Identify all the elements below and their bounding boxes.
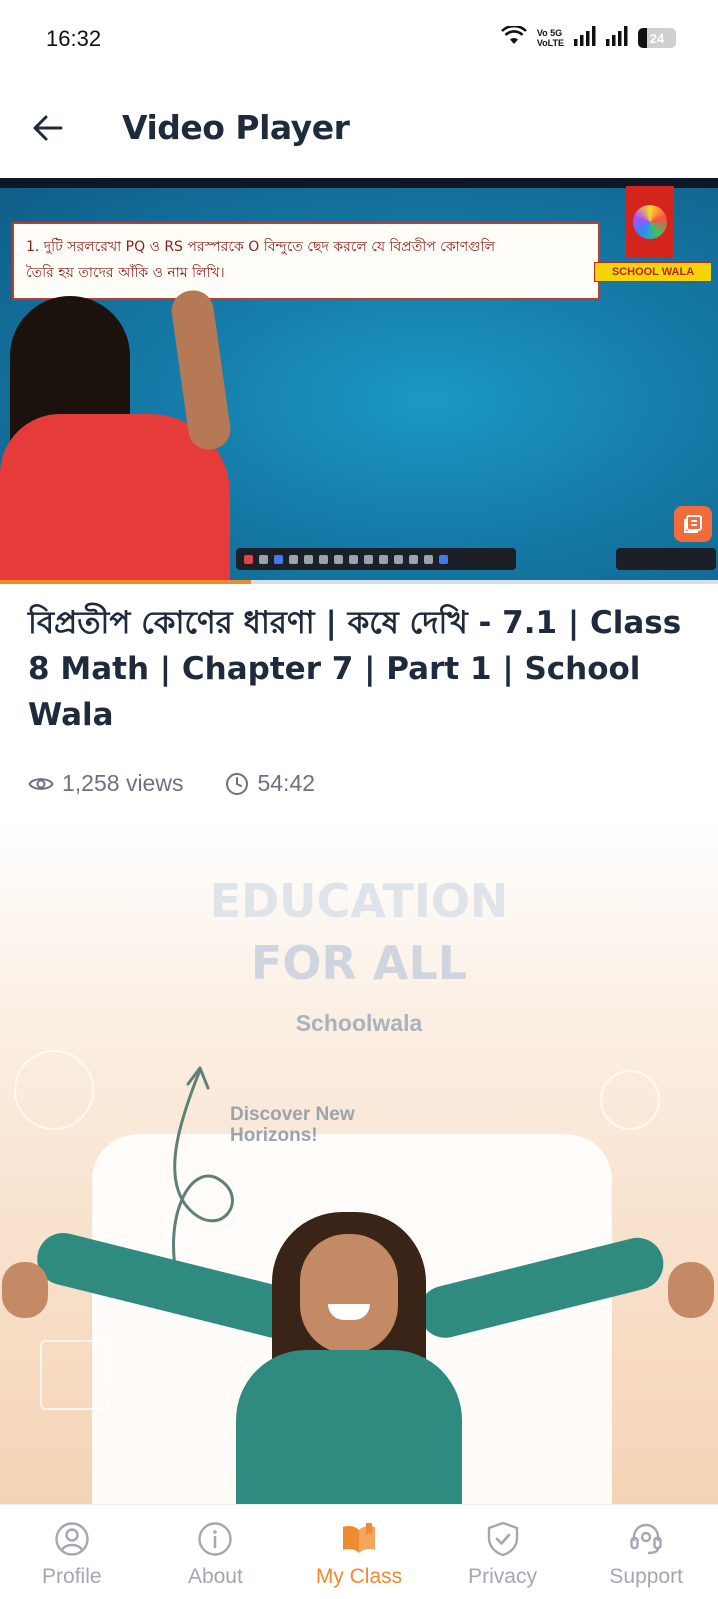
video-meta: 1,258 views 54:42 bbox=[28, 770, 315, 797]
student-hand-right bbox=[668, 1262, 714, 1318]
nav-label: Profile bbox=[42, 1565, 102, 1588]
eye-icon bbox=[28, 777, 54, 790]
student-hoodie bbox=[236, 1350, 462, 1504]
question-line-1: 1. দুটি সরলরেখা PQ ও RS পরস্পরকে O বিন্দ… bbox=[26, 239, 496, 255]
channel-logo bbox=[626, 186, 674, 258]
banner-tagline: Discover New Horizons! bbox=[230, 1104, 355, 1146]
tool-icon bbox=[259, 554, 268, 564]
info-icon bbox=[195, 1519, 235, 1559]
text-icon bbox=[319, 554, 328, 564]
select-icon bbox=[334, 554, 343, 564]
pen-icon bbox=[274, 554, 283, 564]
record-icon bbox=[244, 554, 253, 564]
nav-item-my-class[interactable]: My Class bbox=[287, 1505, 431, 1599]
views-text: 1,258 views bbox=[62, 770, 184, 796]
student-arm-right bbox=[413, 1232, 669, 1344]
playlist-icon bbox=[684, 515, 702, 533]
brain-logo-icon bbox=[633, 205, 667, 239]
video-meeting-bar bbox=[0, 178, 718, 188]
signal-icon-2 bbox=[606, 26, 628, 50]
whiteboard-toolbar bbox=[236, 548, 516, 570]
banner-headline: EDUCATION bbox=[209, 874, 509, 928]
signal-icon bbox=[574, 26, 596, 50]
promo-banner: EDUCATION FOR ALL Schoolwala Discover Ne… bbox=[0, 820, 718, 1504]
banner-headline-2: FOR ALL bbox=[250, 936, 468, 990]
shield-check-icon bbox=[483, 1519, 523, 1559]
video-progress-bar[interactable] bbox=[0, 580, 718, 584]
question-line-2: তৈরি হয় তাদের আঁকি ও নাম লিখি। bbox=[26, 265, 225, 281]
student-arm-left bbox=[31, 1227, 307, 1344]
back-button[interactable] bbox=[28, 108, 68, 148]
redo-icon bbox=[364, 554, 373, 564]
share-icon bbox=[439, 554, 448, 564]
nav-item-about[interactable]: About bbox=[144, 1505, 288, 1599]
playlist-button[interactable] bbox=[674, 506, 712, 542]
clock-icon bbox=[226, 772, 249, 795]
channel-tag: SCHOOL WALA bbox=[594, 262, 712, 282]
headset-icon bbox=[626, 1519, 666, 1559]
video-progress-fill bbox=[0, 580, 252, 584]
app-header: Video Player bbox=[0, 90, 718, 170]
doodle-circle bbox=[600, 1070, 660, 1130]
page-title: Video Player bbox=[122, 108, 350, 147]
student-face bbox=[300, 1234, 398, 1354]
question-board: 1. দুটি সরলরেখা PQ ও RS পরস্পরকে O বিন্দ… bbox=[12, 222, 600, 300]
meeting-controls bbox=[616, 548, 716, 570]
page-icon bbox=[394, 554, 403, 564]
nav-item-support[interactable]: Support bbox=[574, 1505, 718, 1599]
nav-label: Privacy bbox=[468, 1565, 537, 1588]
status-icons: Vo 5G VoLTE 24 bbox=[500, 24, 676, 50]
user-circle-icon bbox=[52, 1519, 92, 1559]
battery-level: 24 bbox=[649, 30, 665, 46]
views-count: 1,258 views bbox=[28, 770, 183, 797]
status-bar: 16:32 Vo 5G VoLTE 24 bbox=[0, 0, 718, 80]
student-hand-left bbox=[2, 1262, 48, 1318]
grid-icon bbox=[379, 554, 388, 564]
nav-item-profile[interactable]: Profile bbox=[0, 1505, 144, 1599]
battery-icon: 24 bbox=[638, 28, 676, 48]
banner-brand: Schoolwala bbox=[295, 1010, 423, 1036]
duration: 54:42 bbox=[225, 770, 315, 797]
book-open-icon bbox=[339, 1519, 379, 1559]
nav-label: About bbox=[187, 1565, 243, 1588]
video-player[interactable]: 1. দুটি সরলরেখা PQ ও RS পরস্পরকে O বিন্দ… bbox=[0, 178, 718, 582]
zoom-icon bbox=[409, 554, 418, 564]
video-title: বিপ্রতীপ কোণের ধারণা | কষে দেখি - 7.1 | … bbox=[28, 605, 682, 733]
status-time: 16:32 bbox=[46, 26, 102, 51]
nav-item-privacy[interactable]: Privacy bbox=[431, 1505, 575, 1599]
undo-icon bbox=[349, 554, 358, 564]
student-photo bbox=[0, 1200, 718, 1504]
nav-label: Support bbox=[609, 1565, 683, 1588]
bottom-nav: Profile About My Class Privacy Support bbox=[0, 1504, 718, 1599]
settings-icon bbox=[424, 554, 433, 564]
shape-icon bbox=[304, 554, 313, 564]
doodle-circle bbox=[14, 1050, 94, 1130]
nav-label: My Class bbox=[315, 1565, 403, 1588]
wifi-icon bbox=[500, 24, 527, 50]
network-type: Vo 5G VoLTE bbox=[536, 28, 564, 48]
arrow-left-icon bbox=[33, 115, 63, 141]
battery-fill bbox=[638, 28, 648, 48]
eraser-icon bbox=[289, 554, 298, 564]
duration-text: 54:42 bbox=[257, 770, 316, 796]
